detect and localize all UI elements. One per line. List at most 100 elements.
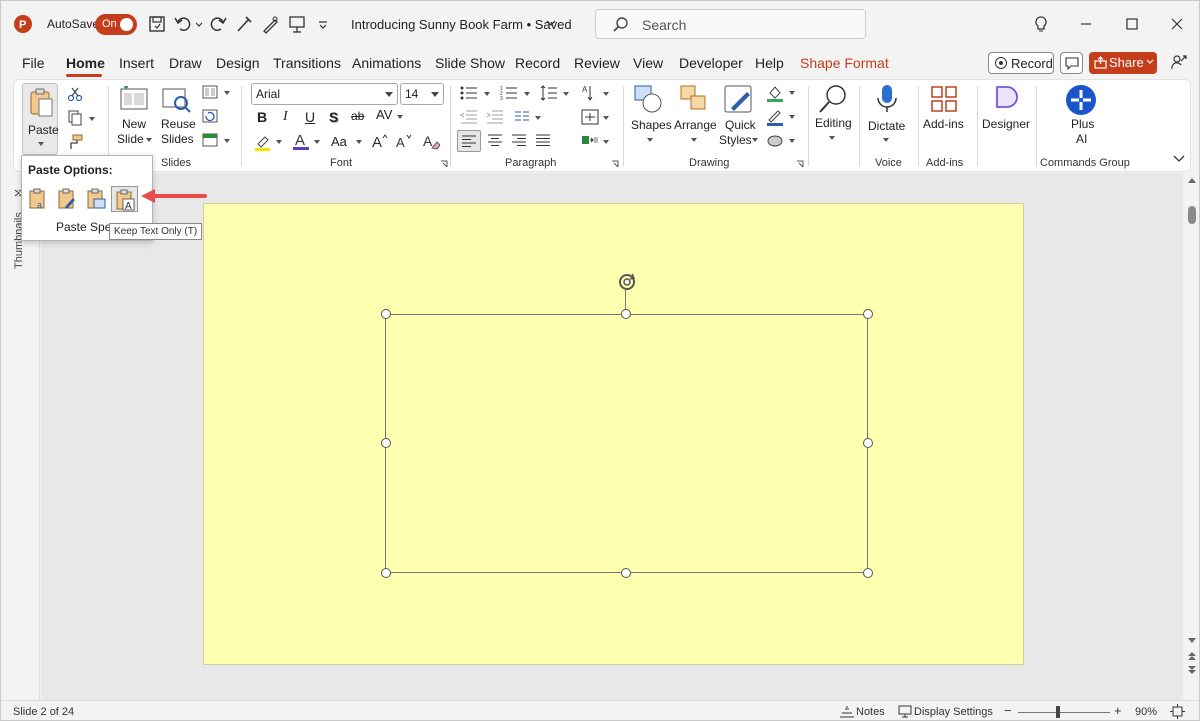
numbering-icon[interactable]: 123 <box>500 85 518 101</box>
resize-handle-left[interactable] <box>381 438 391 448</box>
clear-formatting-icon[interactable]: A <box>422 132 440 150</box>
chevron-down-icon[interactable] <box>883 138 889 142</box>
shapes-icon[interactable] <box>633 84 663 114</box>
highlighter-icon[interactable] <box>254 133 272 151</box>
chevron-down-icon[interactable] <box>314 140 320 144</box>
character-spacing-button[interactable]: AV <box>376 107 392 122</box>
chevron-down-icon[interactable] <box>224 91 230 95</box>
resize-handle-bottom[interactable] <box>621 568 631 578</box>
chevron-down-icon[interactable] <box>829 136 835 140</box>
bullets-icon[interactable] <box>460 85 478 101</box>
tab-animations[interactable]: Animations <box>352 55 421 71</box>
chevron-down-icon[interactable] <box>603 116 609 120</box>
chevron-down-icon[interactable] <box>752 138 758 142</box>
chevron-down-icon[interactable] <box>524 92 530 96</box>
tab-record[interactable]: Record <box>515 55 560 71</box>
chevron-down-icon[interactable] <box>356 140 362 144</box>
reuse-slides-icon[interactable] <box>162 86 192 114</box>
previous-slide-icon[interactable] <box>1187 651 1197 661</box>
chevron-down-icon[interactable] <box>603 92 609 96</box>
align-center-icon[interactable] <box>487 134 503 147</box>
chevron-down-icon[interactable] <box>276 140 282 144</box>
customize-qat-icon[interactable] <box>317 14 329 34</box>
zoom-level[interactable]: 90% <box>1135 706 1157 718</box>
tab-transitions[interactable]: Transitions <box>273 55 341 71</box>
notes-button[interactable]: Notes <box>856 706 885 718</box>
fit-to-window-icon[interactable] <box>1170 704 1185 719</box>
maximize-icon[interactable] <box>1122 14 1142 34</box>
new-slide-icon[interactable] <box>120 86 148 112</box>
scroll-down-icon[interactable] <box>1187 637 1197 644</box>
chevron-down-icon[interactable] <box>484 92 490 96</box>
editing-search-icon[interactable] <box>817 83 849 115</box>
smartart-icon[interactable] <box>581 134 599 148</box>
minimize-icon[interactable] <box>1076 14 1096 34</box>
collapse-ribbon-icon[interactable] <box>1173 153 1185 163</box>
share-button[interactable]: Share <box>1089 52 1157 74</box>
font-color-icon[interactable]: A <box>292 132 310 151</box>
zoom-out-button[interactable]: − <box>1004 703 1012 718</box>
tab-slide-show[interactable]: Slide Show <box>435 55 505 71</box>
decrease-font-icon[interactable]: A <box>395 132 413 150</box>
format-painter-icon[interactable] <box>234 14 254 34</box>
dialog-launcher-icon[interactable] <box>796 160 804 168</box>
chevron-down-icon[interactable] <box>563 92 569 96</box>
chevron-down-icon[interactable] <box>535 116 541 120</box>
bold-button[interactable]: B <box>257 109 267 125</box>
editing-label[interactable]: Editing <box>815 116 852 130</box>
decrease-indent-icon[interactable] <box>460 110 478 124</box>
resize-handle-right[interactable] <box>863 438 873 448</box>
resize-handle-top[interactable] <box>621 309 631 319</box>
chevron-down-icon[interactable] <box>546 19 556 27</box>
arrange-icon[interactable] <box>679 84 709 114</box>
font-name-select[interactable]: Arial <box>251 83 398 105</box>
chevron-down-icon[interactable] <box>789 115 795 119</box>
increase-indent-icon[interactable] <box>486 110 504 124</box>
tab-home[interactable]: Home <box>66 55 105 71</box>
close-icon[interactable] <box>1167 14 1187 34</box>
copy-icon[interactable] <box>67 110 83 126</box>
zoom-slider[interactable] <box>1018 712 1110 713</box>
redo-icon[interactable] <box>208 14 228 34</box>
paste-button[interactable]: Paste <box>22 83 59 155</box>
rotate-handle-icon[interactable] <box>616 271 638 293</box>
keep-source-formatting-icon[interactable] <box>55 187 79 211</box>
document-title[interactable]: Introducing Sunny Book Farm • Saved <box>351 17 572 32</box>
font-size-select[interactable]: 14 <box>400 83 444 105</box>
use-destination-theme-icon[interactable]: a <box>26 187 50 211</box>
chevron-down-icon[interactable] <box>603 140 609 144</box>
text-direction-icon[interactable]: A <box>581 84 599 102</box>
chevron-down-icon[interactable] <box>691 138 697 142</box>
justify-icon[interactable] <box>535 134 551 147</box>
present-icon[interactable] <box>287 14 307 34</box>
strikethrough-button[interactable]: ab <box>351 109 364 123</box>
shape-fill-icon[interactable] <box>766 84 784 102</box>
shape-effects-icon[interactable] <box>766 133 784 149</box>
scroll-up-icon[interactable] <box>1187 177 1197 184</box>
addins-icon[interactable] <box>930 85 958 113</box>
align-left-button[interactable] <box>457 130 481 152</box>
quick-styles-icon[interactable] <box>723 84 755 116</box>
underline-button[interactable]: U <box>305 109 315 125</box>
chevron-down-icon[interactable] <box>789 139 795 143</box>
section-icon[interactable] <box>202 133 218 147</box>
lightbulb-icon[interactable] <box>1031 14 1051 34</box>
keep-text-only-button[interactable]: A <box>111 186 138 212</box>
tab-shape-format[interactable]: Shape Format <box>800 55 889 71</box>
increase-font-icon[interactable]: A <box>371 132 389 150</box>
designer-label[interactable]: Designer <box>982 117 1030 131</box>
tab-design[interactable]: Design <box>216 55 260 71</box>
resize-handle-top-right[interactable] <box>863 309 873 319</box>
save-icon[interactable] <box>147 14 167 34</box>
scrollbar-thumb[interactable] <box>1188 206 1196 224</box>
display-settings-button[interactable]: Display Settings <box>914 706 993 718</box>
layout-icon[interactable] <box>202 85 218 99</box>
next-slide-icon[interactable] <box>1187 665 1197 675</box>
chevron-down-icon[interactable] <box>89 117 95 121</box>
autosave-toggle[interactable]: On <box>95 14 137 35</box>
comments-button[interactable] <box>1060 52 1083 74</box>
change-case-button[interactable]: Aa <box>331 134 347 149</box>
resize-handle-bottom-right[interactable] <box>863 568 873 578</box>
designer-icon[interactable] <box>992 84 1020 114</box>
selected-text-box[interactable] <box>385 314 868 573</box>
